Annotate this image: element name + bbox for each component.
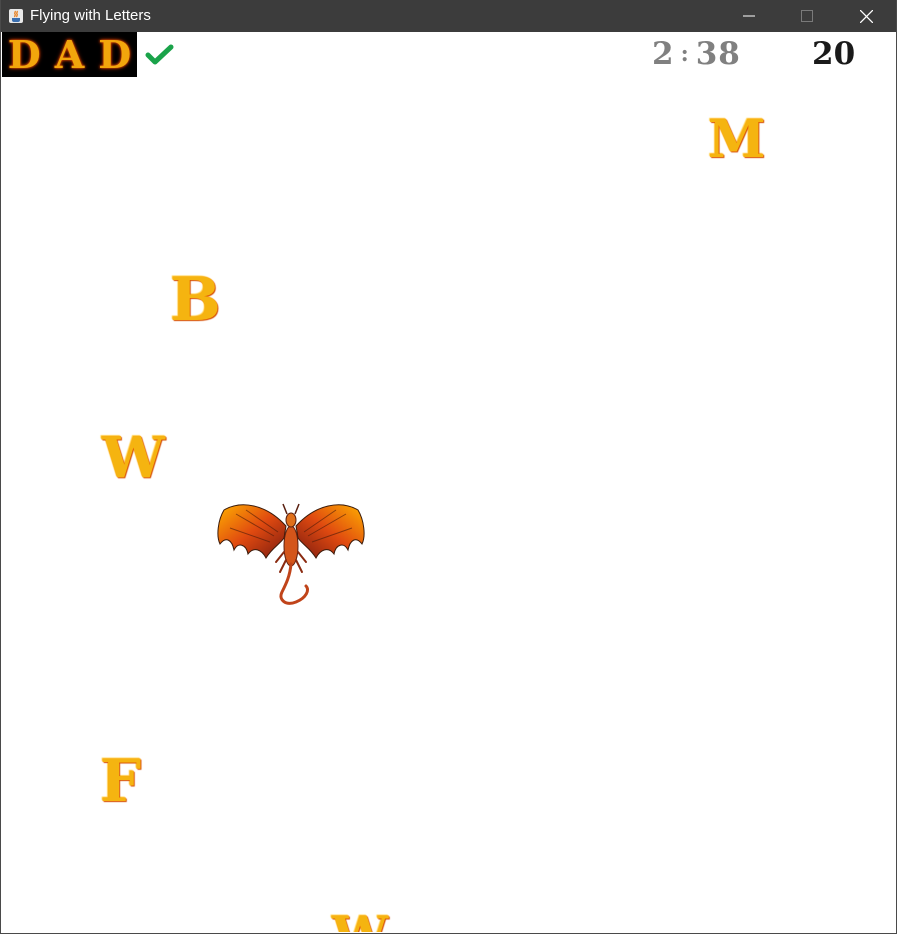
minimize-icon (743, 15, 755, 17)
target-letter: D (7, 32, 41, 77)
timer-separator: : (680, 41, 690, 67)
dragon-sprite (217, 503, 365, 605)
flying-letter: W (332, 910, 388, 933)
minimize-button[interactable] (720, 0, 778, 32)
flying-letter: W (102, 425, 165, 491)
title-bar[interactable]: Flying with Letters (1, 0, 896, 32)
flying-letter: F (100, 747, 142, 815)
target-letter: D (98, 32, 132, 77)
checkmark-icon (145, 44, 174, 65)
target-word-panel: D A D (2, 32, 137, 77)
timer-minutes: 2 (652, 36, 675, 72)
java-app-icon (9, 9, 23, 23)
flying-letter: B (170, 265, 221, 335)
flying-letter: M (708, 109, 766, 170)
game-window: Flying with Letters D A D 2:38 20 M B W … (0, 0, 897, 934)
target-letter: A (54, 32, 85, 77)
maximize-button[interactable] (778, 0, 836, 32)
timer-seconds: 38 (695, 36, 741, 72)
window-title: Flying with Letters (30, 7, 151, 24)
game-canvas[interactable]: D A D 2:38 20 M B W F W (2, 32, 896, 932)
maximize-icon (801, 10, 813, 22)
close-icon (859, 9, 873, 23)
countdown-timer: 2:38 (652, 36, 741, 72)
score-counter: 20 (812, 36, 856, 72)
close-button[interactable] (837, 0, 895, 32)
